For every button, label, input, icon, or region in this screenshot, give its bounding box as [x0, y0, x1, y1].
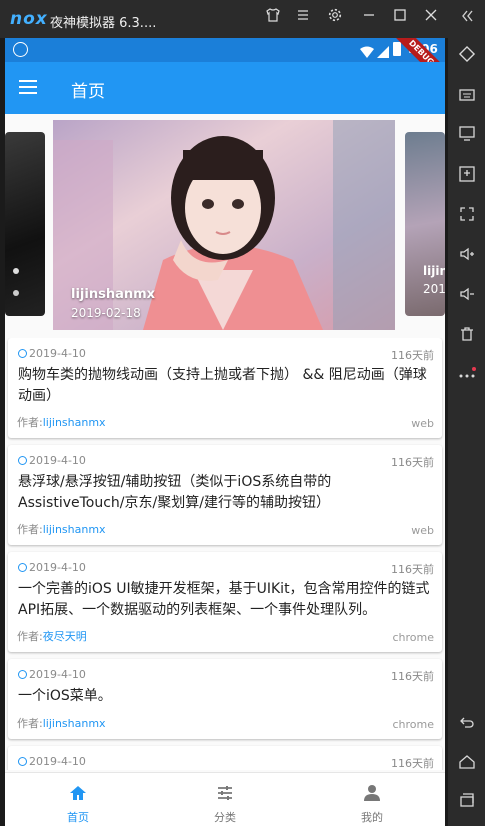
nox-logo: nox — [10, 9, 48, 29]
minimize-icon[interactable] — [358, 7, 380, 29]
clock-icon — [18, 563, 27, 572]
carousel-slide-next[interactable]: lijin 201 — [405, 132, 445, 316]
page-title: 首页 — [71, 82, 105, 102]
author-label: 作者: — [17, 523, 43, 536]
signal-icon — [377, 43, 389, 62]
post-age: 116天前 — [391, 670, 434, 683]
clock-icon — [18, 349, 27, 358]
post-source: chrome — [392, 718, 434, 731]
diamond-icon[interactable] — [454, 45, 480, 71]
author-label: 作者: — [17, 630, 43, 643]
carousel-slide-prev[interactable] — [5, 132, 45, 316]
nav-item-category[interactable]: 分类 — [152, 773, 298, 826]
post-age: 116天前 — [391, 757, 434, 770]
post-age: 116天前 — [391, 456, 434, 469]
phone-screen: 9:06 DEBUG 首页 — [5, 38, 445, 826]
post-title[interactable]: 悬浮球/悬浮按钮/辅助按钮（类似于iOS系统自带的AssistiveTouch/… — [18, 472, 434, 514]
battery-icon — [393, 42, 401, 56]
post-author[interactable]: 夜尽天明 — [43, 630, 87, 643]
collapse-icon[interactable] — [454, 7, 480, 33]
hamburger-menu-icon[interactable] — [19, 76, 41, 98]
nav-label: 分类 — [214, 811, 236, 824]
emulator-side-toolbar — [448, 0, 485, 826]
banner-author: lijinshanmx — [71, 287, 156, 302]
back-icon[interactable] — [454, 713, 480, 739]
screen-icon[interactable] — [454, 124, 480, 150]
post-title[interactable]: 一个iOS菜单。 — [18, 686, 434, 707]
banner-next-author: lijin — [423, 264, 445, 278]
emulator-title-bar: nox 夜神模拟器 6.3.... — [0, 0, 448, 38]
shirt-icon[interactable] — [262, 7, 284, 29]
post-title[interactable]: 一个完善的iOS UI敏捷开发框架，基于UIKit，包含常用控件的链式API拓展… — [18, 579, 434, 621]
close-icon[interactable] — [420, 7, 442, 29]
post-card[interactable]: 2019-4-10 116天前 一个完善的iOS UI敏捷开发框架，基于UIKi… — [8, 552, 442, 652]
post-source: web — [411, 524, 434, 537]
post-card[interactable]: 2019-4-10 116天前 — [8, 746, 442, 770]
home-icon — [68, 783, 88, 803]
post-age: 116天前 — [391, 563, 434, 576]
nav-label: 我的 — [361, 811, 383, 824]
banner-carousel[interactable]: lijinshanmx 2019-02-18 lijin 201 — [5, 120, 445, 334]
post-date: 2019-4-10 — [29, 668, 86, 681]
post-card[interactable]: 2019-4-10 116天前 购物车类的抛物线动画（支持上抛或者下抛） && … — [8, 338, 442, 438]
volume-down-icon[interactable] — [454, 285, 480, 311]
clock-icon — [18, 757, 27, 766]
keyboard-icon[interactable] — [454, 85, 480, 111]
post-card[interactable]: 2019-4-10 116天前 悬浮球/悬浮按钮/辅助按钮（类似于iOS系统自带… — [8, 445, 442, 545]
emulator-title: 夜神模拟器 6.3.... — [50, 16, 157, 31]
maximize-icon[interactable] — [389, 7, 411, 29]
banner-next-date: 201 — [423, 282, 445, 296]
wifi-icon — [360, 43, 374, 62]
author-label: 作者: — [17, 717, 43, 730]
post-list: 2019-4-10 116天前 购物车类的抛物线动画（支持上抛或者下抛） && … — [5, 338, 445, 770]
post-title[interactable]: 购物车类的抛物线动画（支持上抛或者下抛） && 阻尼动画（弹球动画） — [18, 365, 434, 407]
author-label: 作者: — [17, 416, 43, 429]
post-date: 2019-4-10 — [29, 454, 86, 467]
carousel-slide-current[interactable]: lijinshanmx 2019-02-18 — [53, 120, 395, 330]
clock-icon — [18, 456, 27, 465]
trash-icon[interactable] — [454, 325, 480, 351]
clock-icon — [18, 670, 27, 679]
post-source: web — [411, 417, 434, 430]
nav-item-profile[interactable]: 我的 — [299, 773, 445, 826]
banner-date: 2019-02-18 — [71, 306, 141, 320]
post-date: 2019-4-10 — [29, 347, 86, 360]
fullscreen-icon[interactable] — [454, 205, 480, 231]
status-bar: 9:06 DEBUG — [5, 38, 445, 91]
apk-install-icon[interactable] — [454, 165, 480, 191]
recent-icon[interactable] — [454, 791, 480, 817]
bottom-navigation: 首页 分类 我的 — [5, 772, 445, 826]
tune-icon — [215, 783, 235, 803]
nav-item-home[interactable]: 首页 — [5, 773, 151, 826]
post-author[interactable]: lijinshanmx — [43, 523, 106, 536]
post-source: chrome — [392, 631, 434, 644]
post-author[interactable]: lijinshanmx — [43, 717, 106, 730]
person-icon — [362, 783, 382, 803]
more-icon[interactable] — [454, 364, 480, 390]
nav-label: 首页 — [67, 811, 89, 824]
volume-up-icon[interactable] — [454, 245, 480, 271]
post-card[interactable]: 2019-4-10 116天前 一个iOS菜单。 作者:lijinshanmx … — [8, 659, 442, 739]
home-icon[interactable] — [454, 753, 480, 779]
post-date: 2019-4-10 — [29, 755, 86, 768]
gear-icon[interactable] — [324, 7, 346, 29]
app-bar: 首页 — [5, 62, 445, 114]
menu-icon[interactable] — [292, 7, 314, 29]
post-age: 116天前 — [391, 349, 434, 362]
post-author[interactable]: lijinshanmx — [43, 416, 106, 429]
nox-status-icon — [13, 42, 28, 57]
post-date: 2019-4-10 — [29, 561, 86, 574]
